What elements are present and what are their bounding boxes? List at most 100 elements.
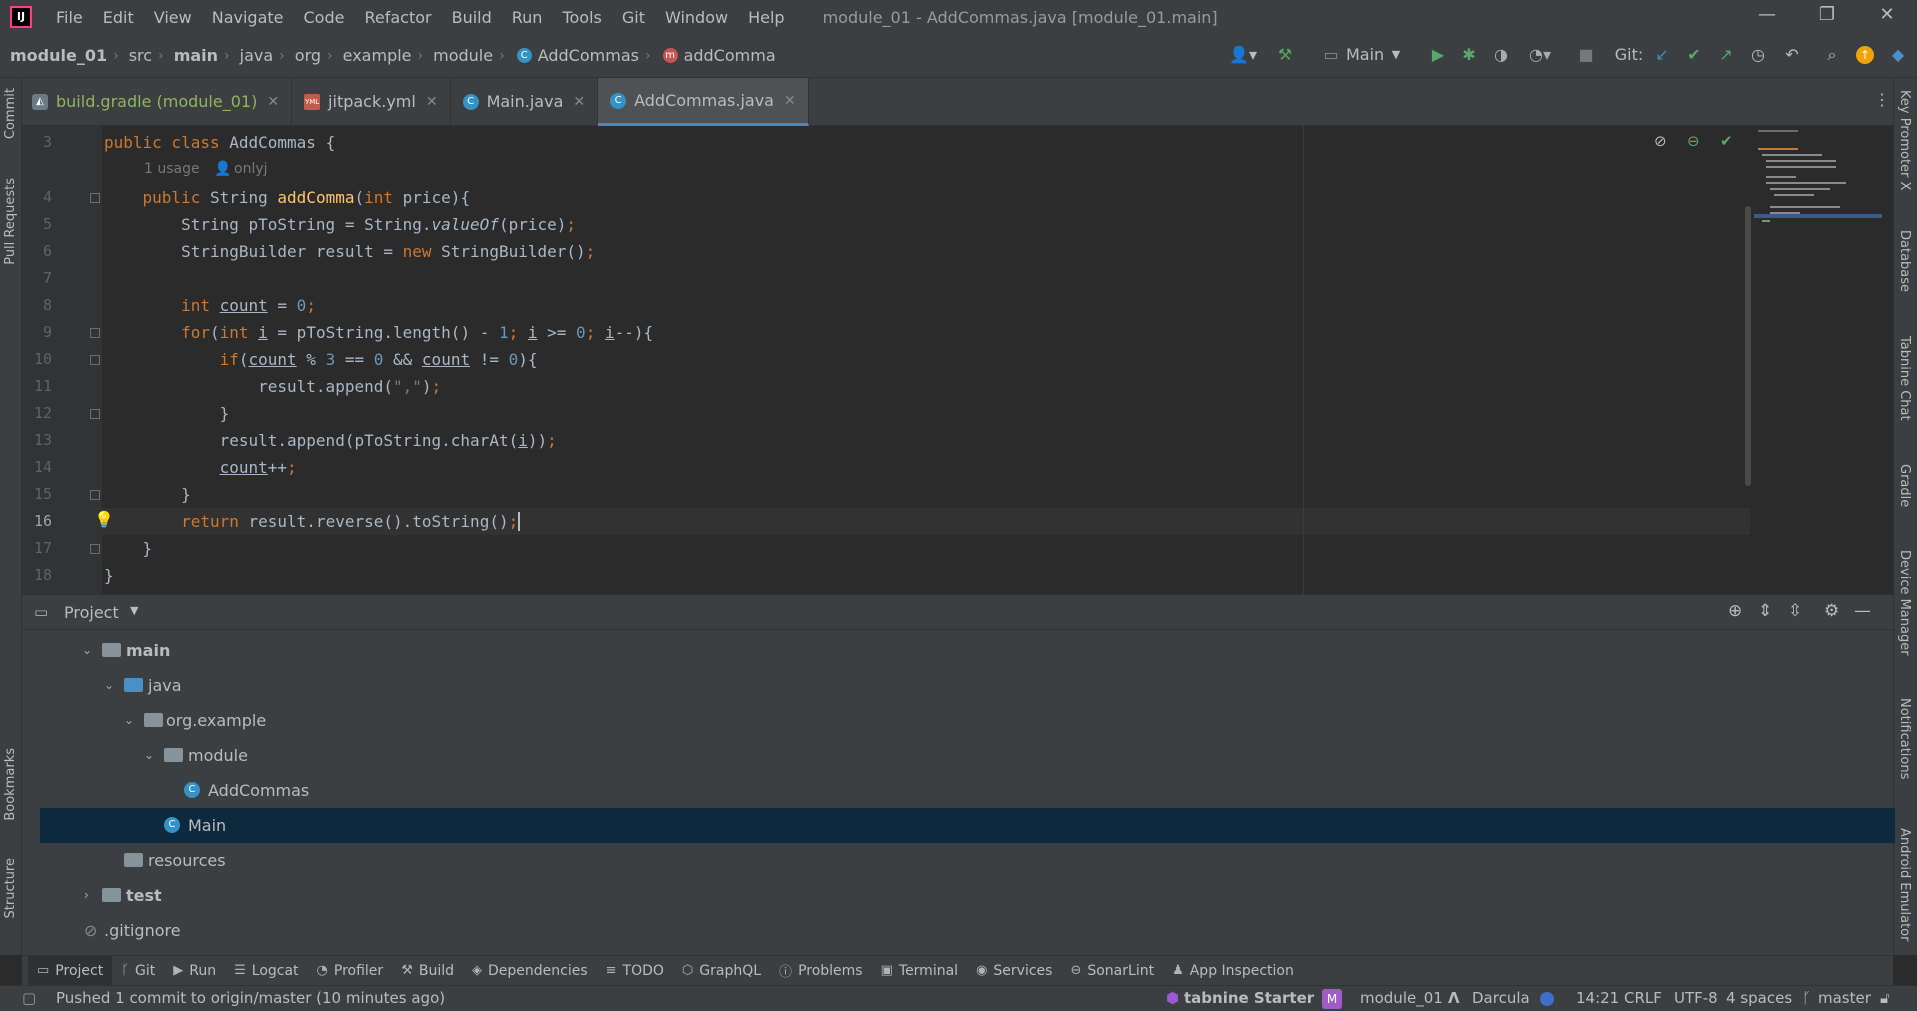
notifications-tool-button[interactable]: Notifications bbox=[1897, 698, 1912, 779]
code-editor[interactable]: 3 public class AddCommas { 1 usage 👤 onl… bbox=[22, 126, 1893, 594]
author-hint[interactable]: onlyj bbox=[234, 156, 268, 183]
tool-window-sonarlint[interactable]: ⊖ SonarLint bbox=[1061, 956, 1163, 985]
breadcrumb-example[interactable]: example bbox=[333, 46, 412, 65]
file-encoding[interactable]: UTF-8 bbox=[1674, 986, 1718, 1011]
fold-icon[interactable] bbox=[90, 490, 100, 500]
usages-hint[interactable]: 1 usage bbox=[144, 156, 200, 183]
reader-mode-icon[interactable]: ⊘ bbox=[1654, 132, 1667, 150]
menu-view[interactable]: View bbox=[144, 8, 202, 27]
menu-navigate[interactable]: Navigate bbox=[202, 8, 294, 27]
tool-window-dependencies[interactable]: ◈ Dependencies bbox=[463, 956, 597, 985]
menu-window[interactable]: Window bbox=[655, 8, 738, 27]
tool-window-build[interactable]: ⚒ Build bbox=[392, 956, 463, 985]
tree-item-main-class[interactable]: C Main bbox=[40, 808, 1895, 843]
breadcrumb-class[interactable]: AddCommas bbox=[528, 46, 639, 65]
git-rollback-icon[interactable]: ↶ bbox=[1782, 44, 1802, 66]
tool-window-run[interactable]: ▶ Run bbox=[164, 956, 225, 985]
tab-addcommas-java[interactable]: C AddCommas.java ✕ bbox=[598, 78, 809, 126]
tabnine-chat-tool-button[interactable]: Tabnine Chat bbox=[1897, 336, 1912, 421]
indent-setting[interactable]: 4 spaces bbox=[1726, 986, 1792, 1011]
memory-indicator-icon[interactable] bbox=[1540, 992, 1554, 1006]
tool-window-services[interactable]: ◉ Services bbox=[967, 956, 1061, 985]
restore-icon[interactable]: ❐ bbox=[1797, 0, 1857, 34]
tab-jitpack-yml[interactable]: YML jitpack.yml ✕ bbox=[292, 78, 451, 125]
breadcrumb-project[interactable]: module_01 bbox=[0, 46, 107, 65]
tree-item-org-example[interactable]: ⌄ org.example bbox=[40, 703, 1895, 738]
menu-tools[interactable]: Tools bbox=[552, 8, 611, 27]
tree-item-test[interactable]: › test bbox=[40, 878, 1895, 913]
git-history-icon[interactable]: ◷ bbox=[1748, 44, 1768, 66]
breadcrumb-module[interactable]: module bbox=[423, 46, 493, 65]
close-tab-icon[interactable]: ✕ bbox=[784, 93, 796, 109]
menu-file[interactable]: File bbox=[46, 8, 93, 27]
inspection-icon[interactable]: ⊖ bbox=[1687, 132, 1700, 150]
menu-build[interactable]: Build bbox=[442, 8, 502, 27]
tool-window-profiler[interactable]: ◔ Profiler bbox=[308, 956, 393, 985]
toggle-tool-windows-icon[interactable]: ▢ bbox=[22, 986, 36, 1011]
breadcrumb-method[interactable]: addComma bbox=[674, 46, 776, 65]
code-minimap[interactable] bbox=[1750, 126, 1882, 594]
chevron-down-icon[interactable]: ▼ bbox=[130, 604, 138, 617]
minimize-icon[interactable]: — bbox=[1737, 0, 1797, 34]
coverage-icon[interactable]: ◑ bbox=[1490, 44, 1512, 66]
tool-window-git[interactable]: ᚴ Git bbox=[112, 956, 164, 985]
lock-icon[interactable]: 🔓︎ bbox=[1880, 986, 1890, 1011]
module-name[interactable]: module_01 bbox=[1360, 986, 1443, 1011]
tree-item-java[interactable]: ⌄ java bbox=[40, 668, 1895, 703]
tree-item-resources[interactable]: resources bbox=[40, 843, 1895, 878]
debug-icon[interactable]: ✱ bbox=[1458, 44, 1480, 66]
commit-tool-button[interactable]: Commit bbox=[3, 88, 18, 139]
chevron-right-icon[interactable]: › bbox=[84, 878, 89, 913]
run-icon[interactable]: ▶ bbox=[1428, 44, 1448, 66]
chevron-down-icon[interactable]: ⌄ bbox=[124, 703, 134, 738]
tool-window-todo[interactable]: ≡ TODO bbox=[597, 956, 673, 985]
build-hammer-icon[interactable]: ⚒ bbox=[1274, 44, 1296, 66]
expand-all-icon[interactable]: ⇕ bbox=[1758, 601, 1772, 621]
stop-icon[interactable]: ■ bbox=[1576, 44, 1596, 66]
caret-position[interactable]: 14:21 bbox=[1576, 986, 1619, 1011]
android-emulator-tool-button[interactable]: Android Emulator bbox=[1897, 828, 1912, 941]
hide-panel-icon[interactable]: — bbox=[1854, 601, 1871, 621]
locate-icon[interactable]: ⊕ bbox=[1728, 601, 1742, 621]
fold-icon[interactable] bbox=[90, 355, 100, 365]
update-icon[interactable]: ↑ bbox=[1856, 46, 1874, 64]
close-tab-icon[interactable]: ✕ bbox=[267, 94, 279, 110]
collapse-all-icon[interactable]: ⇳ bbox=[1788, 601, 1802, 621]
menu-refactor[interactable]: Refactor bbox=[354, 8, 441, 27]
chevron-down-icon[interactable]: ⌄ bbox=[144, 738, 154, 773]
chevron-down-icon[interactable]: ⌄ bbox=[82, 633, 92, 668]
tool-window-graphql[interactable]: ⬡ GraphQL bbox=[673, 956, 770, 985]
no-problems-icon[interactable]: ✔ bbox=[1720, 132, 1733, 150]
menu-run[interactable]: Run bbox=[502, 8, 553, 27]
tool-window-terminal[interactable]: ▣ Terminal bbox=[872, 956, 967, 985]
chevron-down-icon[interactable]: ▼ bbox=[1388, 44, 1404, 66]
git-branch[interactable]: master bbox=[1818, 986, 1871, 1011]
fold-icon[interactable] bbox=[90, 409, 100, 419]
fold-icon[interactable] bbox=[90, 328, 100, 338]
gear-icon[interactable]: ⚙ bbox=[1824, 601, 1839, 621]
more-tabs-icon[interactable]: ⋮ bbox=[1874, 90, 1890, 109]
menu-code[interactable]: Code bbox=[294, 8, 355, 27]
ide-features-icon[interactable]: ◆ bbox=[1888, 44, 1908, 66]
intellij-logo-icon[interactable]: IJ bbox=[10, 6, 32, 28]
fold-icon[interactable] bbox=[90, 193, 100, 203]
tool-window-problems[interactable]: ⓘ Problems bbox=[770, 956, 872, 985]
tree-item-addcommas[interactable]: C AddCommas bbox=[40, 773, 1895, 808]
close-window-icon[interactable]: ✕ bbox=[1857, 0, 1917, 34]
git-commit-icon[interactable]: ✔ bbox=[1684, 44, 1704, 66]
status-message[interactable]: Pushed 1 commit to origin/master (10 min… bbox=[56, 986, 445, 1011]
git-push-icon[interactable]: ↗ bbox=[1716, 44, 1736, 66]
breadcrumb-org[interactable]: org bbox=[285, 46, 321, 65]
profile-icon[interactable]: ◔▾ bbox=[1522, 44, 1558, 66]
gradle-tool-button[interactable]: Gradle bbox=[1897, 464, 1912, 507]
line-separator[interactable]: CRLF bbox=[1624, 986, 1662, 1011]
tree-item-main[interactable]: ⌄ main bbox=[40, 633, 1895, 668]
tool-window-logcat[interactable]: ☰ Logcat bbox=[225, 956, 307, 985]
close-tab-icon[interactable]: ✕ bbox=[573, 94, 585, 110]
menu-edit[interactable]: Edit bbox=[93, 8, 144, 27]
device-manager-tool-button[interactable]: Device Manager bbox=[1897, 550, 1912, 656]
search-icon[interactable]: ⌕ bbox=[1822, 44, 1842, 66]
database-tool-button[interactable]: Database bbox=[1897, 230, 1912, 292]
structure-tool-button[interactable]: Structure bbox=[3, 858, 18, 918]
theme-name[interactable]: Darcula bbox=[1472, 986, 1530, 1011]
